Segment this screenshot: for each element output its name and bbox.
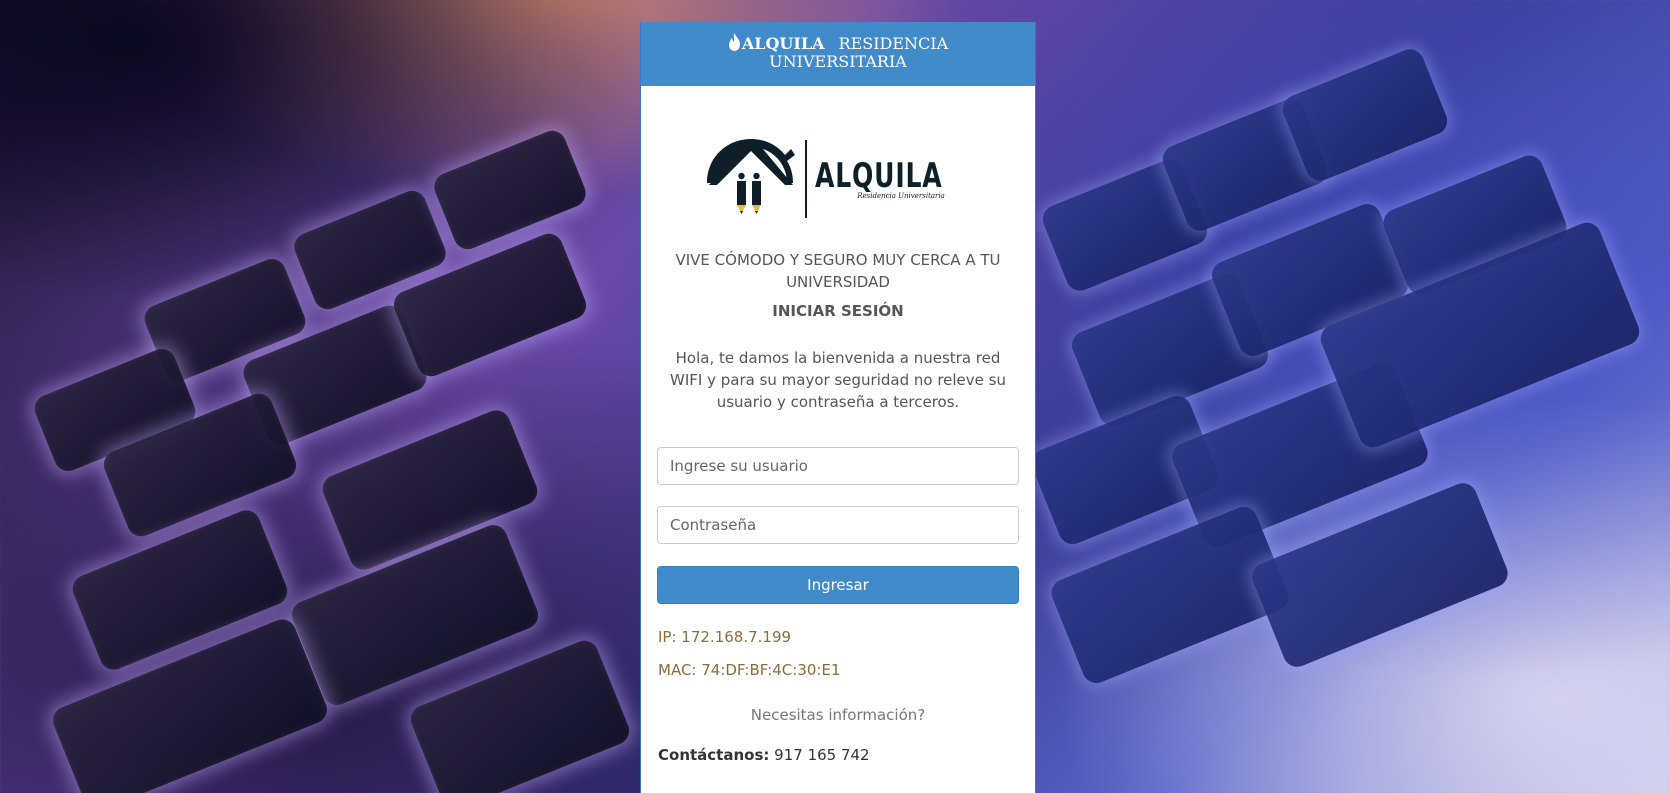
- contact-info: Contáctanos: 917 165 742: [658, 746, 1035, 764]
- login-button[interactable]: Ingresar: [657, 566, 1019, 604]
- flame-icon: [728, 33, 741, 53]
- tagline: VIVE CÓMODO Y SEGURO MUY CERCA A TU UNIV…: [675, 251, 1001, 291]
- username-input[interactable]: [657, 447, 1019, 485]
- password-input[interactable]: [657, 506, 1019, 544]
- logo-divider: [805, 140, 808, 218]
- mac-address: MAC: 74:DF:BF:4C:30:E1: [658, 661, 841, 679]
- house-logo-icon: [705, 135, 797, 223]
- login-card: ALQUILA RESIDENCIA UNIVERSITARIA ALQUILA…: [640, 22, 1036, 793]
- contact-phone: 917 165 742: [774, 746, 870, 764]
- card-header: ALQUILA RESIDENCIA UNIVERSITARIA: [641, 22, 1035, 86]
- help-text: Necesitas información?: [750, 706, 926, 724]
- contact-label: Contáctanos:: [658, 746, 770, 764]
- login-title: INICIAR SESIÓN: [772, 302, 904, 320]
- header-title-line2: UNIVERSITARIA: [769, 52, 907, 71]
- header-title-line1: RESIDENCIA: [838, 34, 949, 53]
- header-brand: ALQUILA: [741, 34, 825, 53]
- network-info: IP: 172.168.7.199 MAC: 74:DF:BF:4C:30:E1: [658, 621, 1035, 687]
- logo: ALQUILA Residencia Universitaria: [641, 123, 1035, 235]
- welcome-message: Hola, te damos la bienvenida a nuestra r…: [670, 349, 1006, 411]
- ip-address: IP: 172.168.7.199: [658, 628, 792, 646]
- logo-wordmark: ALQUILA: [815, 156, 943, 196]
